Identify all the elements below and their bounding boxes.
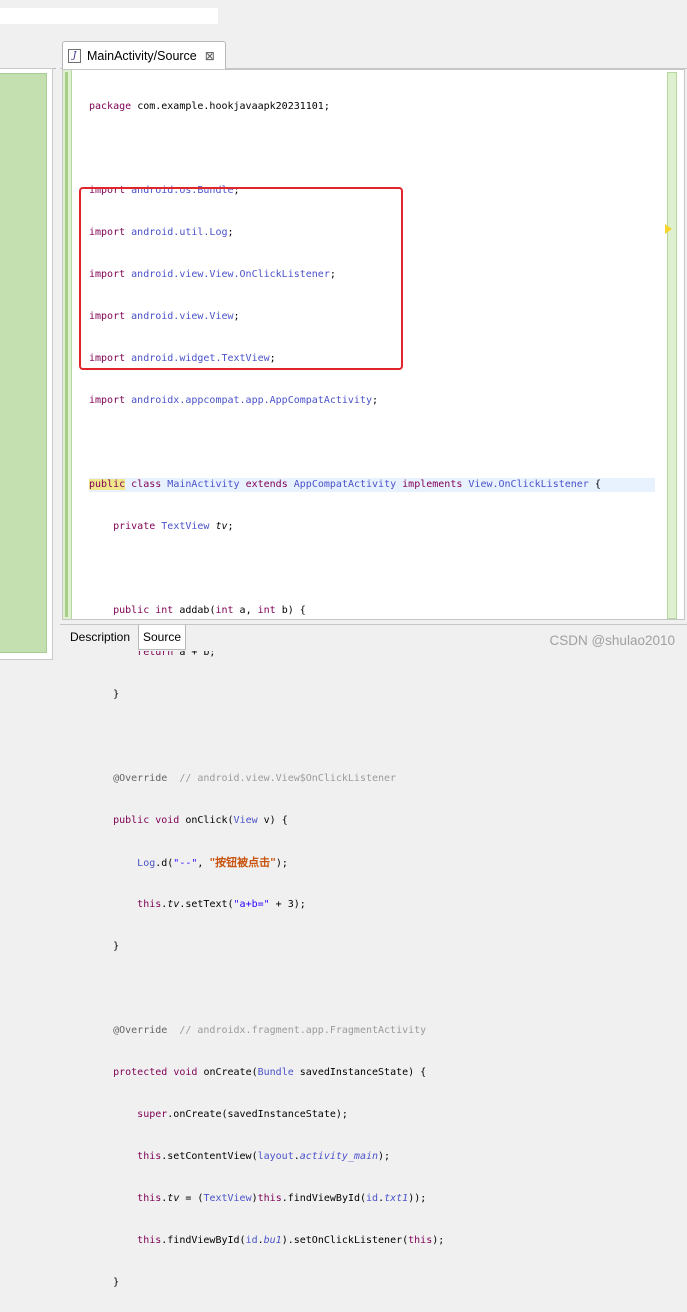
code-line: @Override // androidx.fragment.app.Fragm… bbox=[113, 1025, 427, 1036]
overview-ruler-bar bbox=[667, 72, 677, 619]
code-line: public void onClick(View v) { bbox=[113, 815, 288, 826]
code-line: protected void onCreate(Bundle savedInst… bbox=[113, 1067, 427, 1078]
overview-ruler[interactable] bbox=[661, 70, 683, 619]
code-line: this.findViewById(id.bu1).setOnClickList… bbox=[137, 1235, 445, 1246]
close-icon[interactable]: ⊠ bbox=[205, 49, 215, 63]
code-line: Log.d("--", "按钮被点击"); bbox=[137, 856, 288, 869]
left-gutter bbox=[63, 70, 72, 619]
java-file-icon: J bbox=[68, 48, 81, 63]
tab-title: MainActivity/Source bbox=[87, 48, 197, 63]
highlight-annotation-box bbox=[79, 187, 403, 370]
left-panel-frame bbox=[0, 68, 53, 660]
tab-source[interactable]: Source bbox=[138, 625, 187, 650]
editor-tabbar: J MainActivity/Source ⊠ bbox=[60, 38, 687, 69]
tab-mainactivity-source[interactable]: J MainActivity/Source ⊠ bbox=[62, 41, 226, 69]
code-line: this.tv.setText("a+b=" + 3); bbox=[137, 899, 306, 910]
code-line: public int addab(int a, int b) { bbox=[113, 605, 306, 616]
watermark: CSDN @shulao2010 bbox=[549, 633, 675, 648]
code-line: import androidx.appcompat.app.AppCompatA… bbox=[89, 395, 379, 406]
toolbar-strip bbox=[0, 8, 218, 24]
code-line: } bbox=[89, 1277, 120, 1288]
code-line: } bbox=[89, 941, 120, 952]
top-toolbar-area bbox=[0, 0, 687, 38]
code-line: } bbox=[89, 689, 120, 700]
code-line: private TextView tv; bbox=[113, 521, 234, 532]
current-line-marker-icon bbox=[665, 224, 672, 234]
code-line-highlighted: public class MainActivity extends AppCom… bbox=[89, 478, 655, 492]
left-panel-view[interactable] bbox=[0, 73, 47, 653]
left-panel bbox=[0, 38, 58, 660]
code-line: @Override // android.view.View$OnClickLi… bbox=[113, 773, 397, 784]
code-line: super.onCreate(savedInstanceState); bbox=[137, 1109, 348, 1120]
code-line: package com.example.hookjavaapk20231101; bbox=[89, 101, 330, 112]
code-line: this.tv = (TextView)this.findViewById(id… bbox=[137, 1193, 427, 1204]
code-line: this.setContentView(layout.activity_main… bbox=[137, 1151, 391, 1162]
tab-description[interactable]: Description bbox=[66, 625, 134, 649]
